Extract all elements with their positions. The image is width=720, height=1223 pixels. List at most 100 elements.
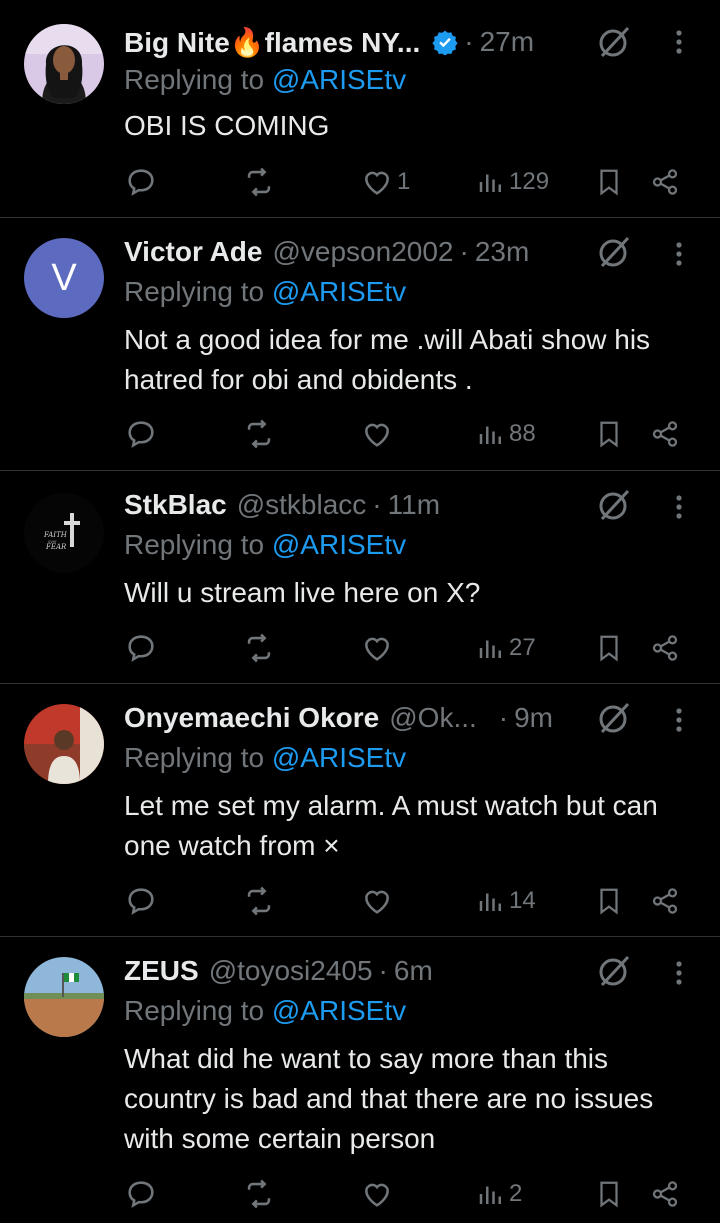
share-icon <box>652 635 678 661</box>
reply-item[interactable]: Big Nite🔥flames NY... · 27m Replying to … <box>0 0 720 218</box>
share-icon <box>652 888 678 914</box>
like-button[interactable] <box>360 881 397 921</box>
replying-to: Replying to @ARISEtv <box>124 742 407 773</box>
timestamp[interactable]: 27m <box>480 26 534 58</box>
reply-text: OBI IS COMING <box>124 110 330 141</box>
views-button[interactable]: 88 <box>476 414 536 454</box>
like-count: 1 <box>397 168 411 195</box>
reply-header: Onyemaechi Okore @Ok... · 9m <box>124 698 553 738</box>
avatar[interactable] <box>24 704 104 784</box>
share-button[interactable] <box>650 881 680 921</box>
replying-to: Replying to @ARISEtv <box>124 995 407 1026</box>
like-button[interactable]: 1 <box>360 162 410 202</box>
reply-button[interactable] <box>124 162 158 202</box>
avatar[interactable]: V <box>24 238 104 318</box>
reply-button[interactable] <box>124 628 158 668</box>
views-count: 129 <box>509 168 550 195</box>
action-bar: 1 129 <box>124 162 694 202</box>
bookmark-button[interactable] <box>594 162 624 202</box>
reply-item[interactable]: ZEUS @toyosi2405 · 6m Replying to @ARISE… <box>0 937 720 1223</box>
grok-icon[interactable] <box>594 953 634 989</box>
reply-item[interactable]: V Victor Ade @vepson2002 · 23m Replying … <box>0 218 720 471</box>
mention-link[interactable]: @ARISEtv <box>272 529 406 560</box>
reply-text: Not a good idea for me .will Abati show … <box>124 324 651 395</box>
share-button[interactable] <box>650 162 680 202</box>
user-handle[interactable]: @stkblacc <box>237 489 367 521</box>
bookmark-icon <box>600 1181 618 1208</box>
reply-button[interactable] <box>124 414 158 454</box>
views-icon <box>479 174 501 192</box>
views-button[interactable]: 27 <box>476 628 536 668</box>
like-button[interactable] <box>360 628 397 668</box>
more-icon[interactable] <box>666 24 692 60</box>
user-handle[interactable]: @Ok... <box>389 702 477 734</box>
more-icon[interactable] <box>666 489 692 525</box>
share-button[interactable] <box>650 414 680 454</box>
reply-text: Will u stream live here on X? <box>124 577 481 608</box>
views-button[interactable]: 14 <box>476 881 536 921</box>
reply-button[interactable] <box>124 881 158 921</box>
grok-icon[interactable] <box>594 700 634 736</box>
like-icon <box>365 171 389 195</box>
bookmark-button[interactable] <box>594 628 624 668</box>
share-icon <box>652 1181 678 1207</box>
repost-button[interactable] <box>242 881 276 921</box>
bookmark-button[interactable] <box>594 881 624 921</box>
user-handle[interactable]: @toyosi2405 <box>209 955 373 987</box>
separator-dot: · <box>459 236 469 267</box>
like-icon <box>365 423 389 447</box>
grok-icon[interactable] <box>594 24 634 60</box>
verified-badge-icon <box>432 30 458 55</box>
repost-button[interactable] <box>242 1174 276 1214</box>
share-button[interactable] <box>650 1174 680 1214</box>
mention-link[interactable]: @ARISEtv <box>272 276 406 307</box>
more-icon[interactable] <box>666 702 692 738</box>
user-handle[interactable]: @vepson2002 <box>272 236 453 268</box>
bookmark-icon <box>600 635 618 662</box>
avatar-text-top: FAITH <box>43 531 68 539</box>
timestamp[interactable]: 9m <box>514 702 553 734</box>
avatar[interactable]: FAITH over FEAR <box>24 493 104 573</box>
views-button[interactable]: 2 <box>476 1174 522 1214</box>
views-icon <box>479 1186 501 1204</box>
reply-icon <box>128 1181 154 1208</box>
separator-dot: · <box>498 702 509 733</box>
repost-button[interactable] <box>242 162 276 202</box>
grok-icon[interactable] <box>594 487 634 523</box>
display-name[interactable]: Big Nite🔥flames NY... <box>124 26 420 59</box>
grok-icon[interactable] <box>594 234 634 270</box>
share-button[interactable] <box>650 628 680 668</box>
views-count: 27 <box>509 634 536 661</box>
separator-dot: · <box>378 955 388 986</box>
timestamp[interactable]: 23m <box>475 236 529 268</box>
avatar[interactable] <box>24 24 104 104</box>
separator-dot: · <box>464 26 474 57</box>
display-name[interactable]: StkBlac <box>124 489 227 521</box>
more-icon[interactable] <box>666 236 692 272</box>
like-icon <box>365 1183 389 1207</box>
replying-to: Replying to @ARISEtv <box>124 64 407 95</box>
repost-button[interactable] <box>242 628 276 668</box>
repost-button[interactable] <box>242 414 276 454</box>
display-name[interactable]: Victor Ade <box>124 236 262 268</box>
mention-link[interactable]: @ARISEtv <box>272 64 406 95</box>
mention-link[interactable]: @ARISEtv <box>272 995 406 1026</box>
like-button[interactable] <box>360 1174 397 1214</box>
reply-item[interactable]: Onyemaechi Okore @Ok... · 9m Replying to… <box>0 684 720 937</box>
replying-to: Replying to @ARISEtv <box>124 276 407 307</box>
bookmark-button[interactable] <box>594 414 624 454</box>
reply-item[interactable]: FAITH over FEAR StkBlac @stkblacc · 11m … <box>0 471 720 684</box>
more-icon[interactable] <box>666 955 692 991</box>
reply-header: Victor Ade @vepson2002 · 23m <box>124 232 529 272</box>
mention-link[interactable]: @ARISEtv <box>272 742 406 773</box>
avatar[interactable] <box>24 957 104 1037</box>
views-button[interactable]: 129 <box>476 162 549 202</box>
timestamp[interactable]: 11m <box>388 489 440 521</box>
display-name[interactable]: ZEUS <box>124 955 199 987</box>
like-button[interactable] <box>360 414 397 454</box>
display-name[interactable]: Onyemaechi Okore <box>124 702 379 734</box>
timestamp[interactable]: 6m <box>394 955 433 987</box>
reply-button[interactable] <box>124 1174 158 1214</box>
bookmark-button[interactable] <box>594 1174 624 1214</box>
bookmark-icon <box>600 169 618 196</box>
